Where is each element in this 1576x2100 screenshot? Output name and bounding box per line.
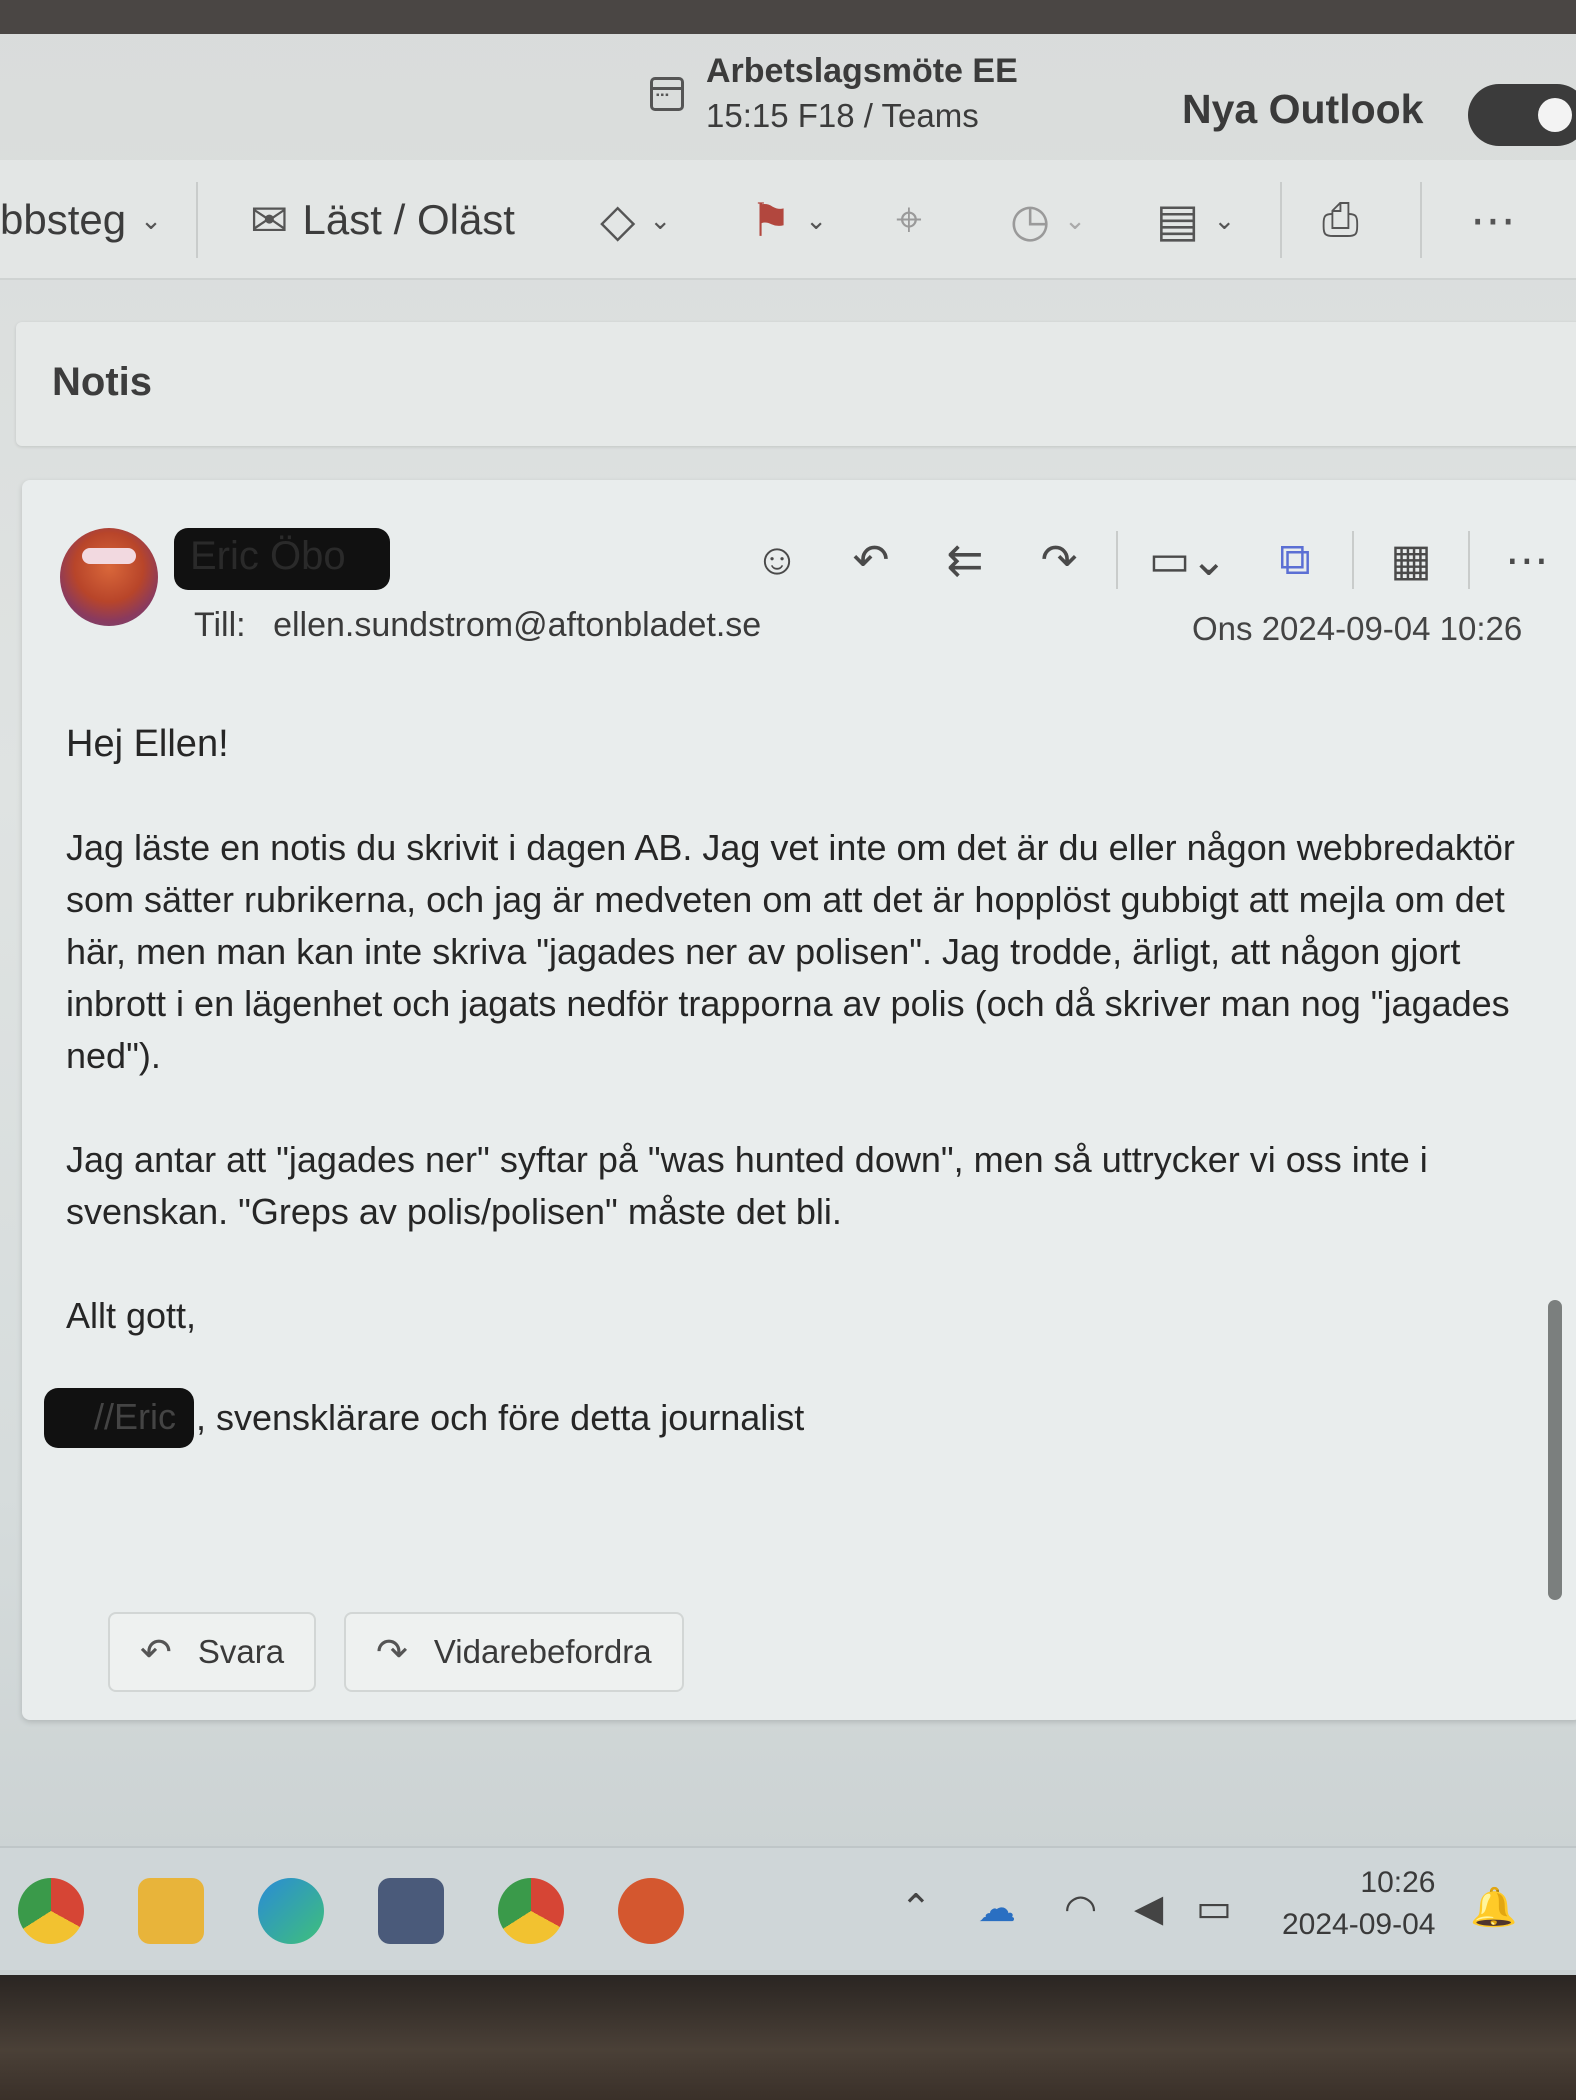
pin-icon: ⌖ (896, 193, 922, 245)
emoji-reaction-icon[interactable]: ☺ (730, 535, 824, 585)
conversation-header: Notis (16, 322, 1576, 446)
title-bar: Arbetslagsmöte EE 15:15 F18 / Teams Nya … (0, 34, 1576, 154)
flag-button[interactable]: ⚑ ⌄ (750, 160, 827, 280)
chrome-icon[interactable] (18, 1878, 84, 1944)
pin-button[interactable]: ⌖ (896, 160, 922, 280)
reply-icon[interactable]: ↶ (824, 535, 918, 586)
powerpoint-icon[interactable] (618, 1878, 684, 1944)
chevron-down-icon: ⌄ (1213, 204, 1236, 235)
ribbon-toolbar: bbsteg ⌄ ✉ Läst / Oläst ◇ ⌄ ⚑ ⌄ ⌖ ◷ ⌄ ▤ … (0, 160, 1576, 280)
chevron-down-icon: ⌄ (1064, 204, 1086, 235)
actions-divider (1468, 531, 1470, 589)
scrollbar[interactable] (1548, 1300, 1562, 1600)
quick-steps-label: bbsteg (0, 196, 127, 243)
rules-icon: ▤ (1156, 194, 1200, 246)
upcoming-meeting[interactable]: Arbetslagsmöte EE 15:15 F18 / Teams (650, 52, 1018, 135)
conversation-subject: Notis (52, 360, 152, 404)
greeting: Hej Ellen! (66, 723, 229, 765)
meeting-subtitle: 15:15 F18 / Teams (706, 97, 979, 134)
sender-name[interactable]: Eric Öbo (174, 528, 390, 590)
forward-icon: ↷ (376, 1631, 408, 1674)
signature-name: //Eric (44, 1388, 194, 1448)
quick-steps-button[interactable]: bbsteg ⌄ (0, 160, 162, 280)
screen-bezel-bottom (0, 1975, 1576, 2100)
forward-label: Vidarebefordra (433, 1633, 652, 1670)
tag-button[interactable]: ◇ ⌄ (600, 160, 671, 280)
more-icon[interactable]: ⋯ (1480, 535, 1574, 586)
clock-time: 10:26 (1360, 1866, 1436, 1899)
wifi-icon[interactable]: ◠ (1064, 1886, 1097, 1931)
cloud-icon[interactable]: ☁ (978, 1886, 1016, 1931)
toolbar-divider (1280, 182, 1282, 258)
file-explorer-icon[interactable] (138, 1878, 204, 1944)
more-options-button[interactable]: ⋯ (1470, 160, 1516, 280)
chevron-down-icon: ⌄ (649, 204, 672, 235)
clock-icon: ◷ (1010, 194, 1051, 246)
forward-icon[interactable]: ↷ (1012, 535, 1106, 586)
battery-icon[interactable]: ▭ (1196, 1886, 1232, 1931)
snooze-button[interactable]: ◷ ⌄ (1010, 160, 1086, 280)
tag-icon: ◇ (600, 194, 636, 246)
read-unread-label: Läst / Oläst (302, 196, 515, 243)
signature-title: , svensklärare och före detta journalist (196, 1397, 805, 1438)
toolbar-divider (196, 182, 198, 258)
chrome-icon[interactable] (498, 1878, 564, 1944)
actions-divider (1116, 531, 1118, 589)
print-button[interactable]: ⎙ (1322, 160, 1359, 280)
printer-icon: ⎙ (1322, 193, 1359, 245)
body-paragraph-2: Jag antar att "jagades ner" syftar på "w… (66, 1139, 1428, 1232)
apps-icon[interactable]: ▦ (1364, 535, 1458, 586)
signature: //Eric , svensklärare och före detta jou… (44, 1388, 804, 1448)
message-body: Hej Ellen! Jag läste en notis du skrivit… (66, 718, 1526, 1394)
loop-icon[interactable]: ⧉ (1248, 535, 1342, 585)
read-unread-button[interactable]: ✉ Läst / Oläst (250, 160, 515, 280)
chevron-up-icon[interactable]: ⌃ (900, 1886, 932, 1931)
calendar-icon (650, 76, 684, 111)
toolbar-divider (1420, 182, 1422, 258)
more-icon: ⋯ (1470, 194, 1516, 246)
closing: Allt gott, (66, 1295, 197, 1336)
system-clock[interactable]: 10:26 2024-09-04 (1282, 1862, 1435, 1946)
recipient-line: Till: ellen.sundstrom@aftonbladet.se (194, 606, 761, 645)
to-label: Till: (194, 606, 246, 644)
notification-bell-icon[interactable]: 🔔 (1470, 1886, 1517, 1930)
volume-muted-icon[interactable]: ◀ (1134, 1886, 1163, 1931)
store-icon[interactable] (378, 1878, 444, 1944)
message-actions: ☺ ↶ ⇇ ↷ ▭⌄ ⧉ ▦ ⋯ (730, 530, 1574, 590)
forward-button[interactable]: ↷ Vidarebefordra (344, 1612, 684, 1692)
flag-icon: ⚑ (750, 194, 792, 246)
message-date: Ons 2024-09-04 10:26 (1192, 610, 1523, 647)
sender-avatar[interactable] (60, 528, 158, 626)
body-paragraph-1: Jag läste en notis du skrivit i dagen AB… (66, 827, 1515, 1076)
new-outlook-label: Nya Outlook (1182, 86, 1424, 132)
recipient-address[interactable]: ellen.sundstrom@aftonbladet.se (273, 606, 761, 644)
screen: Arbetslagsmöte EE 15:15 F18 / Teams Nya … (0, 0, 1576, 1975)
rules-button[interactable]: ▤ ⌄ (1156, 160, 1235, 280)
reply-all-icon[interactable]: ⇇ (918, 535, 1012, 586)
reply-button[interactable]: ↶ Svara (108, 1612, 317, 1692)
chevron-down-icon: ⌄ (805, 204, 828, 235)
envelope-open-icon: ✉ (250, 194, 289, 246)
actions-divider (1352, 531, 1354, 589)
reply-icon: ↶ (140, 1631, 172, 1674)
reply-label: Svara (197, 1633, 285, 1670)
teams-share-icon[interactable]: ▭⌄ (1128, 535, 1248, 586)
clock-date: 2024-09-04 (1282, 1908, 1436, 1941)
meeting-title: Arbetslagsmöte EE (706, 52, 1018, 90)
chevron-down-icon: ⌄ (140, 204, 162, 235)
windows-taskbar: ⌃ ☁ ◠ ◀ ▭ 10:26 2024-09-04 🔔 (0, 1846, 1576, 1970)
screen-bezel-top (0, 0, 1576, 34)
edge-icon[interactable] (258, 1878, 324, 1944)
new-outlook-toggle[interactable] (1468, 84, 1576, 146)
